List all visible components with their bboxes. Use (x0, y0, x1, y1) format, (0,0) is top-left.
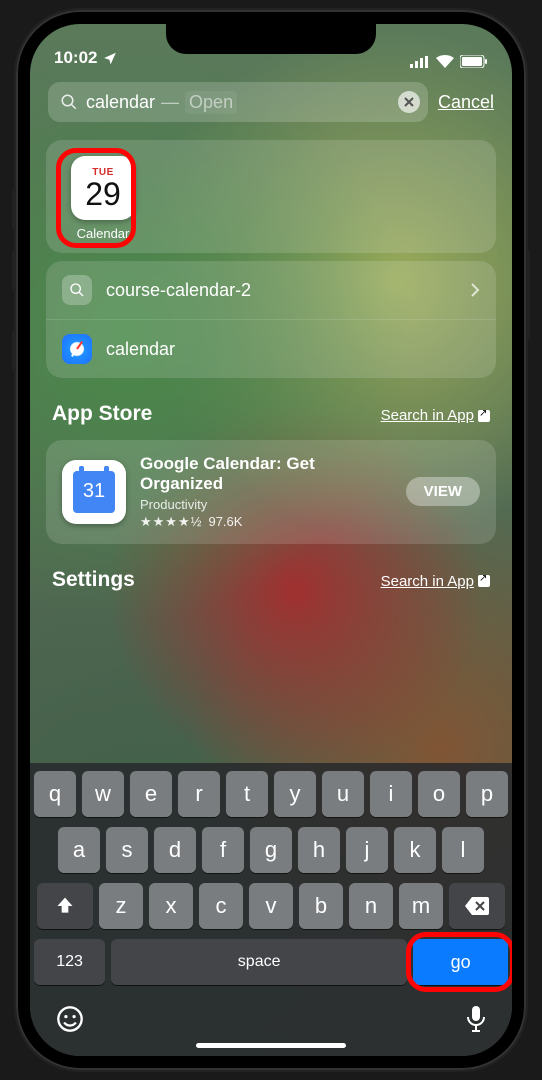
kb-row-2: asdfghjkl (34, 827, 508, 873)
kb-row-4: 123 space go (34, 939, 508, 985)
search-hint: Open (185, 91, 237, 114)
external-icon (478, 575, 490, 587)
search-icon (60, 93, 78, 111)
suggestion-text: calendar (106, 339, 175, 360)
search-in-app-link[interactable]: Search in App (381, 407, 490, 424)
app-name: Google Calendar: Get Organized (140, 454, 392, 495)
search-query: calendar (86, 92, 155, 113)
battery-icon (460, 55, 488, 68)
safari-icon (62, 334, 92, 364)
key-f[interactable]: f (202, 827, 244, 873)
key-l[interactable]: l (442, 827, 484, 873)
key-u[interactable]: u (322, 771, 364, 817)
cancel-button[interactable]: Cancel (438, 92, 494, 113)
key-n[interactable]: n (349, 883, 393, 929)
key-j[interactable]: j (346, 827, 388, 873)
app-category: Productivity (140, 497, 392, 512)
notch (166, 22, 376, 54)
key-e[interactable]: e (130, 771, 172, 817)
key-o[interactable]: o (418, 771, 460, 817)
emoji-key[interactable] (56, 1005, 84, 1033)
key-d[interactable]: d (154, 827, 196, 873)
key-q[interactable]: q (34, 771, 76, 817)
top-results-panel: TUE 29 Calendar (46, 140, 496, 253)
suggestion-row[interactable]: course-calendar-2 (46, 261, 496, 319)
numbers-key[interactable]: 123 (34, 939, 105, 985)
home-indicator[interactable] (196, 1043, 346, 1048)
section-title: App Store (52, 402, 152, 426)
search-icon (62, 275, 92, 305)
cellular-icon (410, 56, 430, 68)
status-time: 10:02 (54, 48, 97, 68)
keyboard: qwertyuiop asdfghjkl zxcvbnm 123 space g… (30, 763, 512, 1056)
section-title: Settings (52, 568, 135, 592)
key-i[interactable]: i (370, 771, 412, 817)
key-c[interactable]: c (199, 883, 243, 929)
key-r[interactable]: r (178, 771, 220, 817)
rating-count: 97.6K (208, 514, 242, 529)
key-v[interactable]: v (249, 883, 293, 929)
shift-key[interactable] (37, 883, 93, 929)
search-field[interactable]: calendar — Open (48, 82, 428, 122)
key-w[interactable]: w (82, 771, 124, 817)
location-icon (103, 51, 117, 65)
key-x[interactable]: x (149, 883, 193, 929)
backspace-key[interactable] (449, 883, 505, 929)
appstore-result[interactable]: 31 Google Calendar: Get Organized Produc… (46, 440, 496, 544)
kb-row-3: zxcvbnm (34, 883, 508, 929)
star-rating: ★★★★½ (140, 514, 202, 530)
suggestion-text: course-calendar-2 (106, 280, 251, 301)
key-k[interactable]: k (394, 827, 436, 873)
annotation-highlight (406, 932, 512, 992)
annotation-highlight (56, 148, 136, 248)
search-in-app-link[interactable]: Search in App (381, 573, 490, 590)
space-key[interactable]: space (111, 939, 407, 985)
section-header-appstore: App Store Search in App (30, 386, 512, 432)
dictation-key[interactable] (466, 1005, 486, 1033)
key-a[interactable]: a (58, 827, 100, 873)
key-t[interactable]: t (226, 771, 268, 817)
section-header-settings: Settings Search in App (30, 552, 512, 598)
key-y[interactable]: y (274, 771, 316, 817)
screen: 10:02 calendar — Open (30, 24, 512, 1056)
suggestions-panel: course-calendar-2 calendar (46, 261, 496, 378)
chevron-right-icon (470, 282, 480, 298)
search-row: calendar — Open Cancel (30, 70, 512, 132)
view-button[interactable]: VIEW (406, 477, 480, 506)
key-s[interactable]: s (106, 827, 148, 873)
key-b[interactable]: b (299, 883, 343, 929)
key-h[interactable]: h (298, 827, 340, 873)
wifi-icon (436, 55, 454, 68)
google-calendar-icon: 31 (62, 460, 126, 524)
key-g[interactable]: g (250, 827, 292, 873)
app-result-calendar[interactable]: TUE 29 Calendar (64, 156, 142, 241)
clear-button[interactable] (398, 91, 420, 113)
key-p[interactable]: p (466, 771, 508, 817)
kb-row-1: qwertyuiop (34, 771, 508, 817)
phone-frame: 10:02 calendar — Open (16, 10, 526, 1070)
go-key[interactable]: go (413, 939, 508, 985)
key-m[interactable]: m (399, 883, 443, 929)
suggestion-row[interactable]: calendar (46, 319, 496, 378)
key-z[interactable]: z (99, 883, 143, 929)
external-icon (478, 410, 490, 422)
